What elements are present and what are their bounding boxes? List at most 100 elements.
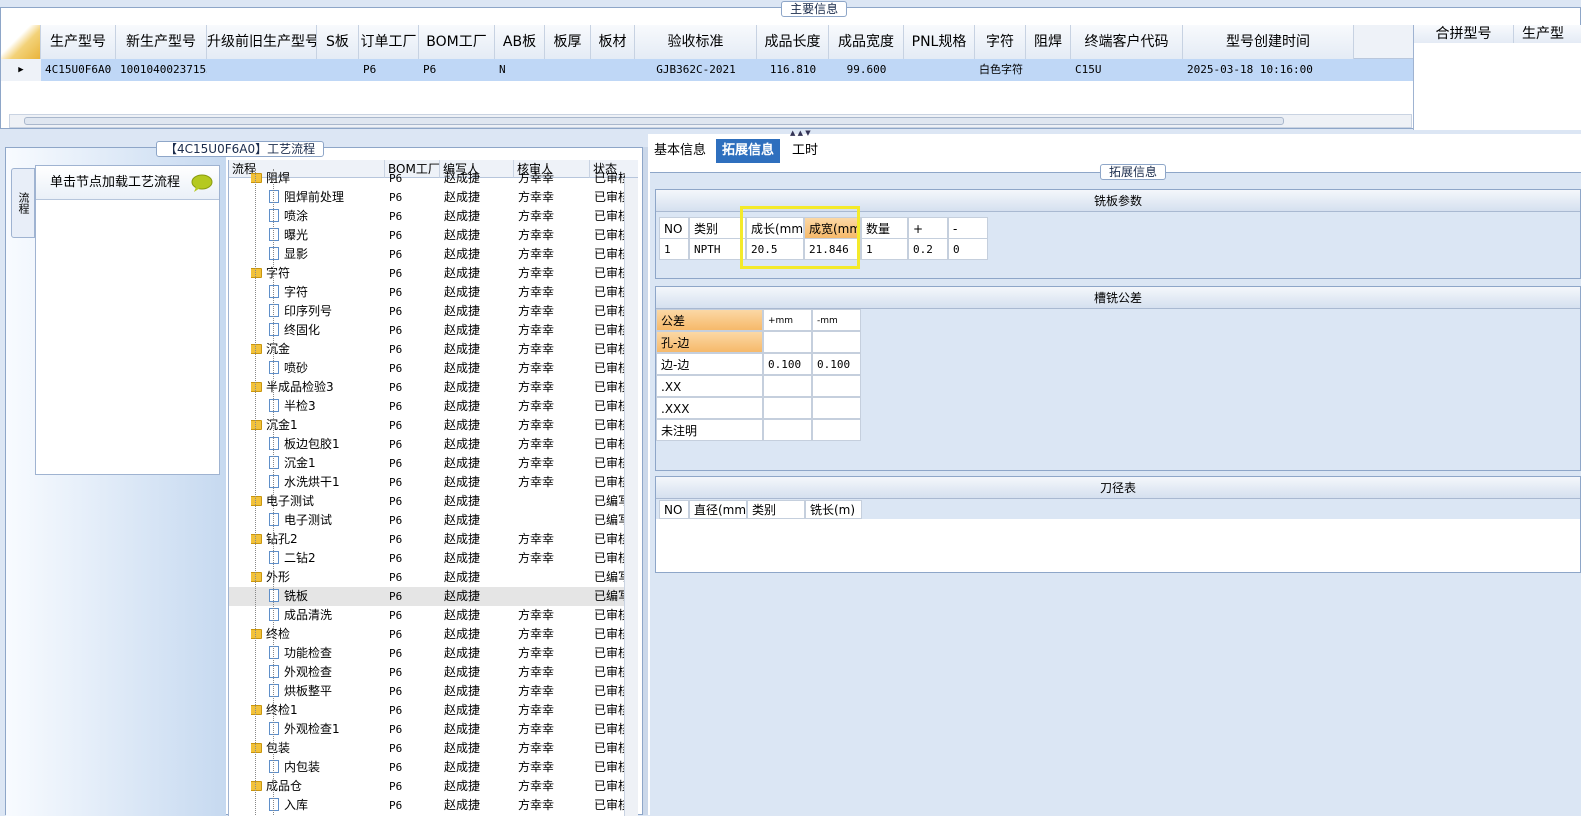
- process-row[interactable]: 内包装 P6 赵成捷 方幸幸 已审核: [229, 758, 625, 777]
- column-header[interactable]: 生产型号: [41, 25, 116, 59]
- process-row[interactable]: −成品仓 P6 赵成捷 方幸幸 已审核: [229, 777, 625, 796]
- process-row[interactable]: −包装 P6 赵成捷 方幸幸 已审核: [229, 739, 625, 758]
- combined-model-header[interactable]: 合拼型号: [1414, 25, 1514, 43]
- column-header[interactable]: 阻焊: [1026, 25, 1071, 59]
- column-header[interactable]: 成品宽度: [829, 25, 904, 59]
- mill-header[interactable]: 类别: [689, 217, 746, 239]
- process-row[interactable]: −半成品检验3 P6 赵成捷 方幸幸 已审核: [229, 378, 625, 397]
- tool-header[interactable]: 铣长(m): [805, 500, 862, 519]
- mill-cell[interactable]: NPTH: [689, 238, 746, 260]
- tolerance-cell[interactable]: 边-边: [656, 353, 763, 375]
- column-header[interactable]: 验收标准: [635, 25, 757, 59]
- tool-header[interactable]: 类别: [747, 500, 805, 519]
- mill-cell[interactable]: 1: [659, 238, 689, 260]
- process-row[interactable]: 入库 P6 赵成捷 方幸幸 已审核: [229, 796, 625, 815]
- mill-header[interactable]: 数量: [861, 217, 908, 239]
- process-row[interactable]: −字符 P6 赵成捷 方幸幸 已审核: [229, 264, 625, 283]
- tolerance-cell[interactable]: 0.100: [812, 353, 861, 375]
- column-header[interactable]: 订单工厂: [359, 25, 419, 59]
- mill-header[interactable]: NO: [659, 217, 689, 239]
- column-header[interactable]: 终端客户代码: [1071, 25, 1183, 59]
- tolerance-header[interactable]: 公差: [656, 309, 763, 331]
- process-row[interactable]: 阻焊前处理 P6 赵成捷 方幸幸 已审核: [229, 188, 625, 207]
- process-row[interactable]: 显影 P6 赵成捷 方幸幸 已审核: [229, 245, 625, 264]
- tolerance-cell[interactable]: [763, 331, 812, 353]
- process-row[interactable]: 字符 P6 赵成捷 方幸幸 已审核: [229, 283, 625, 302]
- process-row[interactable]: 成品清洗 P6 赵成捷 方幸幸 已审核: [229, 606, 625, 625]
- hscroll-thumb[interactable]: [24, 117, 1284, 125]
- process-row[interactable]: −阻焊 P6 赵成捷 方幸幸 已审核: [229, 169, 625, 188]
- mill-cell[interactable]: 0.2: [908, 238, 948, 260]
- column-header[interactable]: 板材: [591, 25, 635, 59]
- process-row[interactable]: 电子测试 P6 赵成捷 已编写: [229, 511, 625, 530]
- process-row[interactable]: −电子测试 P6 赵成捷 已编写: [229, 492, 625, 511]
- tolerance-cell[interactable]: 0.100: [763, 353, 812, 375]
- mill-header[interactable]: +: [908, 217, 948, 239]
- process-row[interactable]: 沉金1 P6 赵成捷 方幸幸 已审核: [229, 454, 625, 473]
- tolerance-cell[interactable]: .XXX: [656, 397, 763, 419]
- tolerance-cell[interactable]: [812, 375, 861, 397]
- process-bom: P6: [389, 210, 403, 223]
- select-all-corner[interactable]: [1, 25, 41, 59]
- tolerance-cell[interactable]: [812, 331, 861, 353]
- tool-header[interactable]: NO: [659, 500, 689, 519]
- folder-icon: [251, 743, 262, 753]
- process-row[interactable]: −外形 P6 赵成捷 已编写: [229, 568, 625, 587]
- row-indicator-icon[interactable]: ▶: [1, 59, 41, 81]
- process-row[interactable]: 终固化 P6 赵成捷 方幸幸 已审核: [229, 321, 625, 340]
- column-header[interactable]: 升级前旧生产型号: [207, 25, 317, 59]
- side-tab-flow[interactable]: 流程: [11, 168, 35, 238]
- column-header[interactable]: 成品长度: [757, 25, 829, 59]
- process-row[interactable]: −终检 P6 赵成捷 方幸幸 已审核: [229, 625, 625, 644]
- process-row[interactable]: 功能检查 P6 赵成捷 方幸幸 已审核: [229, 644, 625, 663]
- tolerance-cell[interactable]: [763, 419, 812, 441]
- tolerance-cell[interactable]: [763, 397, 812, 419]
- process-row[interactable]: −沉金 P6 赵成捷 方幸幸 已审核: [229, 340, 625, 359]
- process-row[interactable]: −钻孔2 P6 赵成捷 方幸幸 已审核: [229, 530, 625, 549]
- column-header[interactable]: 板厚: [545, 25, 591, 59]
- splitter-handle[interactable]: ▲ ▲ ▼: [790, 129, 840, 137]
- column-header[interactable]: PNL规格: [904, 25, 975, 59]
- mill-cell[interactable]: 1: [861, 238, 908, 260]
- flow-hint-header[interactable]: 单击节点加载工艺流程: [36, 166, 219, 200]
- process-row[interactable]: −终检1 P6 赵成捷 方幸幸 已审核: [229, 701, 625, 720]
- process-vscroll[interactable]: [624, 178, 638, 816]
- tab-basic-info[interactable]: 基本信息: [648, 139, 712, 163]
- main-grid-hscroll[interactable]: [9, 114, 1412, 128]
- process-row[interactable]: 外观检查 P6 赵成捷 方幸幸 已审核: [229, 663, 625, 682]
- tab-work-hours[interactable]: 工时: [786, 139, 824, 163]
- process-row[interactable]: 半检3 P6 赵成捷 方幸幸 已审核: [229, 397, 625, 416]
- mill-header[interactable]: -: [948, 217, 988, 239]
- process-row[interactable]: 二钻2 P6 赵成捷 方幸幸 已审核: [229, 549, 625, 568]
- column-header[interactable]: 字符: [975, 25, 1026, 59]
- tolerance-cell[interactable]: [812, 419, 861, 441]
- tolerance-header[interactable]: +mm: [763, 309, 812, 331]
- column-header[interactable]: 新生产型号: [116, 25, 207, 59]
- process-row[interactable]: 印序列号 P6 赵成捷 方幸幸 已审核: [229, 302, 625, 321]
- tab-extended-info[interactable]: 拓展信息: [716, 139, 781, 163]
- process-row[interactable]: 曝光 P6 赵成捷 方幸幸 已审核: [229, 226, 625, 245]
- tolerance-cell[interactable]: [763, 375, 812, 397]
- process-row[interactable]: 水洗烘干1 P6 赵成捷 方幸幸 已审核: [229, 473, 625, 492]
- column-header[interactable]: AB板: [495, 25, 545, 59]
- process-row[interactable]: 板边包胶1 P6 赵成捷 方幸幸 已审核: [229, 435, 625, 454]
- process-row[interactable]: 铣板 P6 赵成捷 已编写: [229, 587, 625, 606]
- mill-cell[interactable]: 0: [948, 238, 988, 260]
- process-row[interactable]: 烘板整平 P6 赵成捷 方幸幸 已审核: [229, 682, 625, 701]
- tolerance-cell[interactable]: .XX: [656, 375, 763, 397]
- column-header[interactable]: S板: [317, 25, 359, 59]
- process-row[interactable]: 外观检查1 P6 赵成捷 方幸幸 已审核: [229, 720, 625, 739]
- vertical-splitter[interactable]: [643, 147, 648, 815]
- column-header[interactable]: BOM工厂: [419, 25, 495, 59]
- tolerance-cell[interactable]: [812, 397, 861, 419]
- tool-header[interactable]: 直径(mm): [689, 500, 747, 519]
- main-grid-row[interactable]: ▶ 4C15U0F6A0 10010400237153 P6 P6 N GJB362C-20…: [1, 59, 1413, 81]
- tolerance-header[interactable]: -mm: [812, 309, 861, 331]
- process-row[interactable]: 喷砂 P6 赵成捷 方幸幸 已审核: [229, 359, 625, 378]
- tolerance-cell[interactable]: 孔-边: [656, 331, 763, 353]
- tolerance-cell[interactable]: 未注明: [656, 419, 763, 441]
- column-header[interactable]: 型号创建时间: [1183, 25, 1354, 59]
- process-row[interactable]: 喷涂 P6 赵成捷 方幸幸 已审核: [229, 207, 625, 226]
- production-model-header-2[interactable]: 生产型: [1514, 25, 1581, 43]
- process-row[interactable]: −沉金1 P6 赵成捷 方幸幸 已审核: [229, 416, 625, 435]
